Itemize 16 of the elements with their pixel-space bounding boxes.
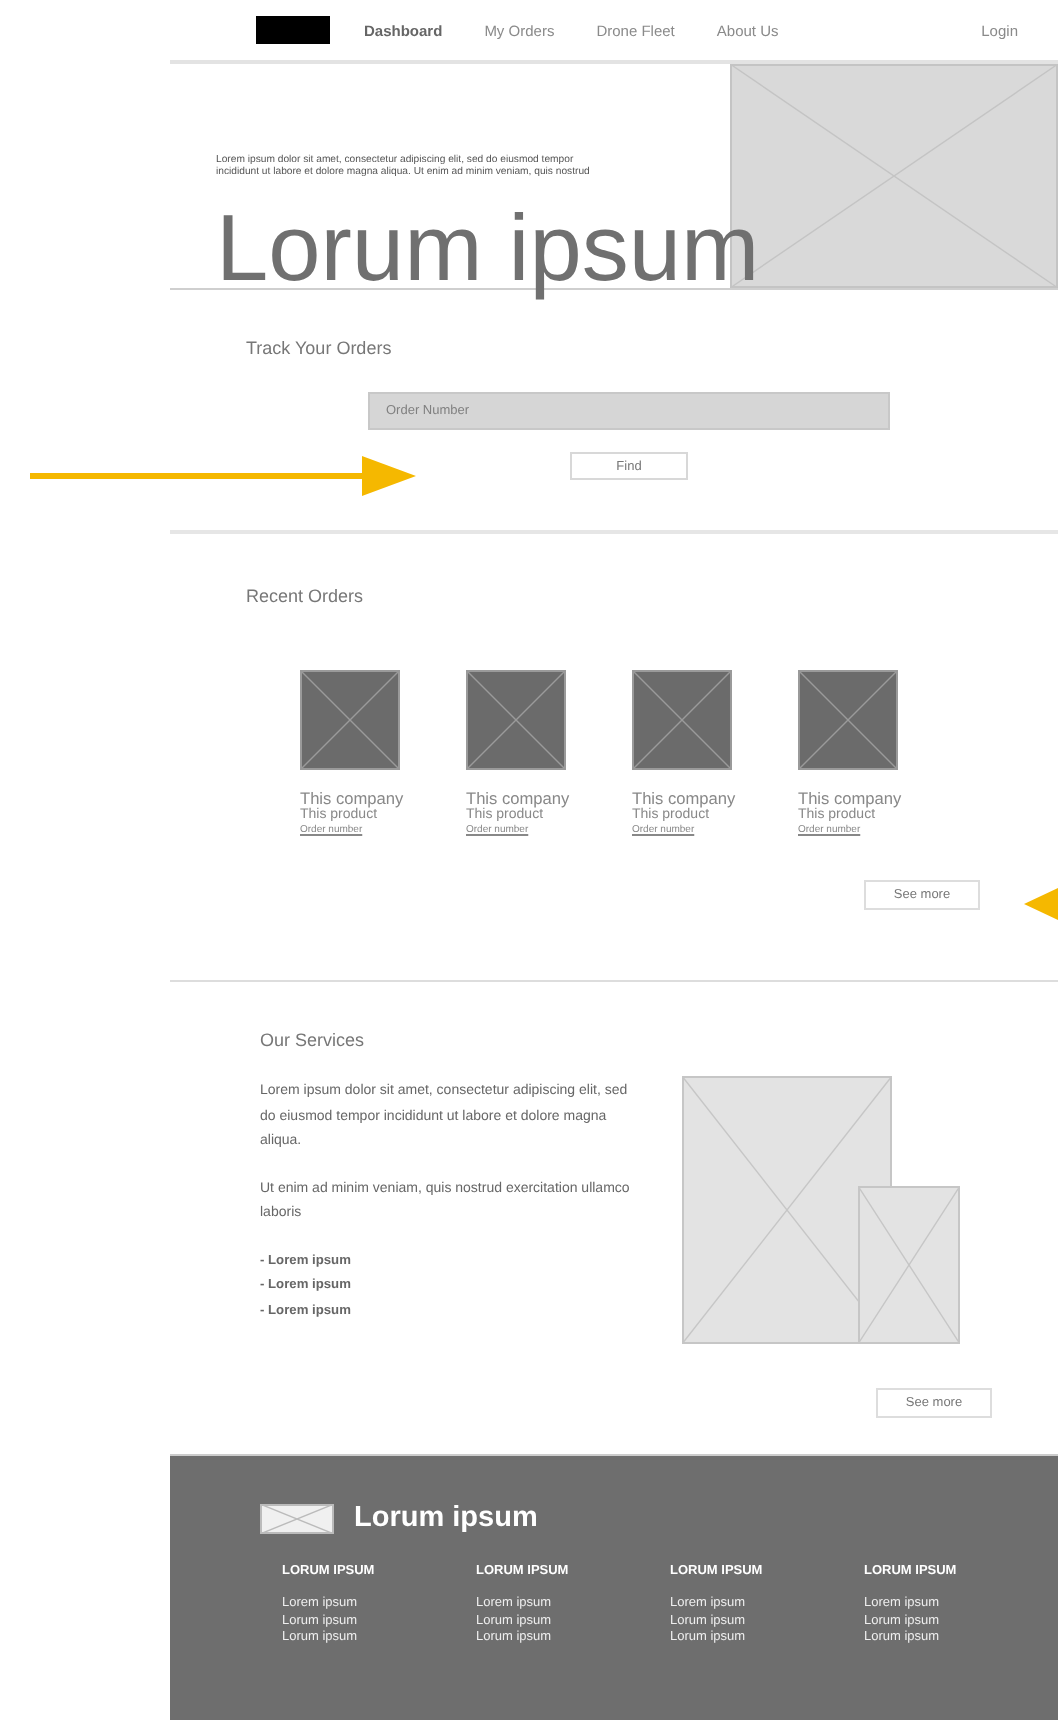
product-image-placeholder [300, 670, 400, 770]
logo-placeholder [260, 1503, 334, 1533]
section-title: Recent Orders [246, 586, 366, 606]
section-title: Track Your Orders [246, 338, 394, 358]
product-image-placeholder [632, 670, 732, 770]
section-title: Our Services [260, 1030, 367, 1050]
company-name: This company [466, 790, 566, 808]
company-name: This company [300, 790, 400, 808]
footer-brand: Lorum ipsum [354, 1502, 538, 1534]
company-name: This company [798, 790, 898, 808]
annotation-arrow [1024, 888, 1058, 920]
hero-title: Lorum ipsum [216, 194, 760, 302]
product-image-placeholder [466, 670, 566, 770]
product-image-placeholder [798, 670, 898, 770]
company-name: This company [632, 790, 732, 808]
logo-placeholder [256, 16, 330, 44]
